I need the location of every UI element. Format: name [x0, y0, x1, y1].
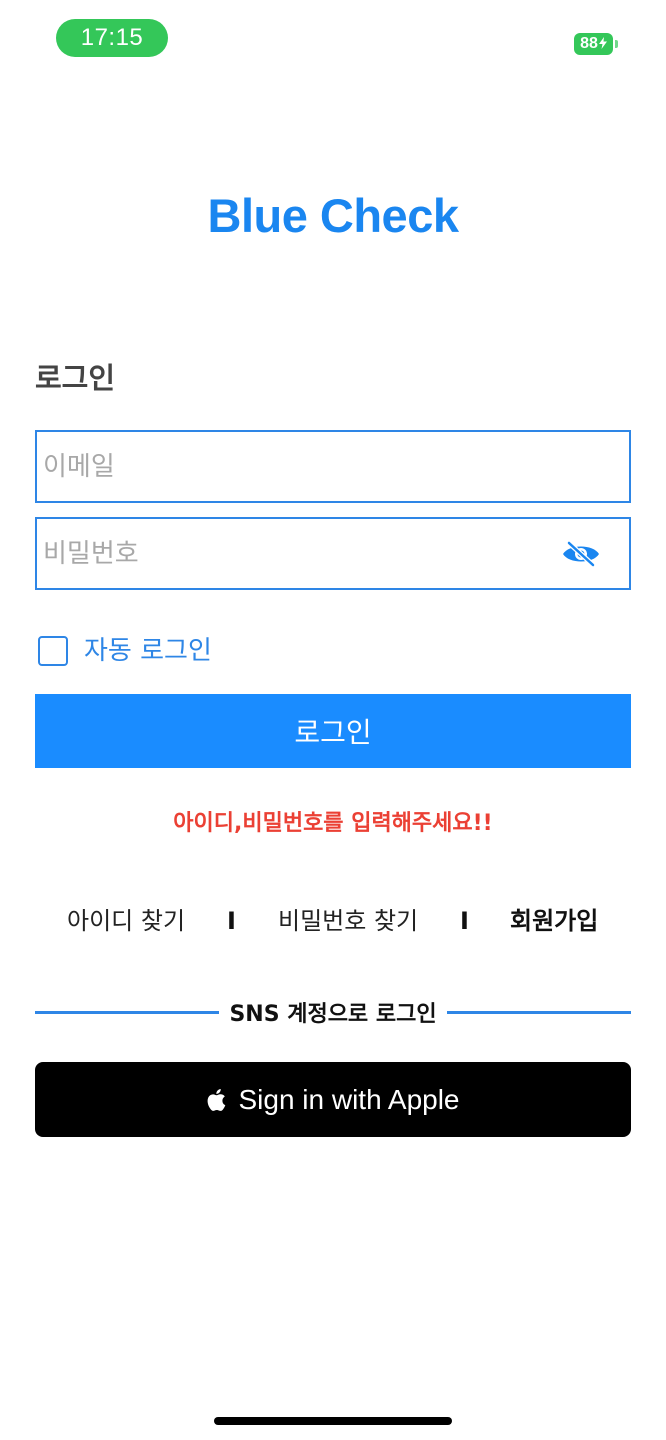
password-field[interactable] [37, 519, 629, 588]
divider-line-right [446, 1010, 632, 1014]
signup-link[interactable]: 회원가입 [510, 901, 598, 941]
find-id-link[interactable]: 아이디 찾기 [67, 901, 185, 941]
link-separator: I [460, 907, 469, 935]
eye-slash-icon[interactable] [561, 540, 601, 568]
status-time-pill: 17:15 [56, 19, 168, 57]
status-time: 17:15 [80, 24, 144, 51]
sign-in-with-apple-button[interactable]: Sign in with Apple [35, 1062, 631, 1137]
login-title: 로그인 [35, 361, 116, 395]
battery-cap [615, 40, 618, 48]
password-field-container [35, 517, 631, 590]
sns-divider: SNS 계정으로 로그인 [35, 996, 632, 1028]
battery-body: 88 [574, 33, 614, 55]
sns-divider-label: SNS 계정으로 로그인 [229, 1002, 437, 1027]
account-links: 아이디 찾기 I 비밀번호 찾기 I 회원가입 [0, 901, 666, 941]
home-indicator [214, 1417, 452, 1425]
battery-level: 88 [580, 35, 598, 52]
auto-login-checkbox[interactable] [38, 636, 68, 666]
apple-logo-icon [206, 1088, 226, 1112]
charging-bolt-icon [598, 36, 607, 52]
auto-login-label: 자동 로그인 [84, 636, 212, 666]
app-logo: Blue Check [207, 189, 459, 242]
apple-button-label: Sign in with Apple [238, 1083, 460, 1115]
auto-login-toggle[interactable]: 자동 로그인 [38, 633, 212, 669]
find-password-link[interactable]: 비밀번호 찾기 [278, 901, 418, 941]
battery-indicator: 88 [574, 33, 618, 55]
email-field-container [35, 430, 631, 503]
divider-line-left [35, 1010, 220, 1014]
error-message: 아이디,비밀번호를 입력해주세요!! [173, 811, 493, 836]
login-button[interactable]: 로그인 [35, 694, 631, 768]
email-field[interactable] [37, 432, 629, 501]
link-separator: I [227, 907, 236, 935]
